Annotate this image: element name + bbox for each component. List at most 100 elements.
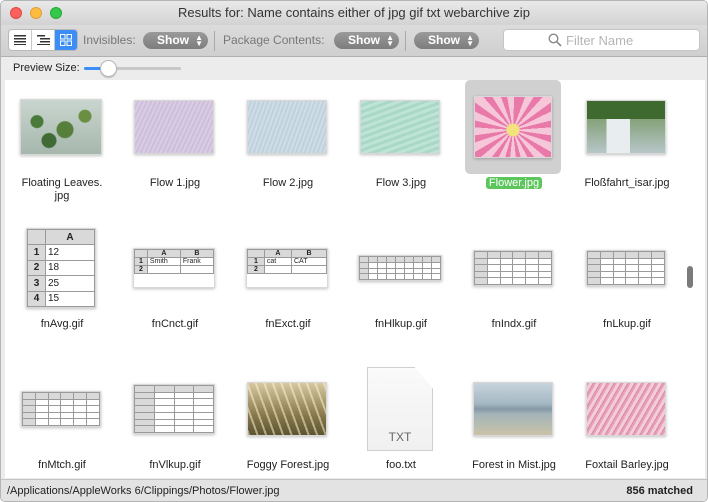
minimize-window-button[interactable] <box>30 7 42 19</box>
finder-window: Results for: Name contains either of jpg… <box>0 0 708 502</box>
file-name: Floating Leaves. jpg <box>21 177 103 202</box>
preview-size-row: Preview Size: <box>1 58 707 78</box>
invisibles-value: Show <box>157 33 189 47</box>
thumbnail-frame: TXT <box>352 362 448 456</box>
file-thumbnail: A B 1 cat CAT 2 <box>246 248 328 288</box>
file-item[interactable]: Flow 1.jpg <box>118 80 232 215</box>
file-name: foo.txt <box>386 459 416 471</box>
toolbar-divider <box>405 31 406 51</box>
invisibles-label: Invisibles: <box>83 33 136 47</box>
chevron-down-icon: ▼ <box>466 39 474 48</box>
status-bar: /Applications/AppleWorks 6/Clippings/Pho… <box>1 479 707 501</box>
file-item[interactable]: TXT foo.txt <box>344 362 458 478</box>
file-name: Flow 3.jpg <box>375 177 427 189</box>
thumbnail-frame <box>239 80 335 174</box>
file-thumbnail: TXT <box>367 367 433 451</box>
file-item[interactable]: A B 1 Smith Frank 2 fnCnct.gif <box>118 221 232 356</box>
thumbnail-frame <box>13 80 109 174</box>
file-thumbnail <box>133 384 215 434</box>
options-value: Show <box>428 33 460 47</box>
file-item[interactable]: fnMtch.gif <box>5 362 119 478</box>
toolbar-divider <box>214 31 215 51</box>
toolbar: Invisibles: Show ▲ ▼ Package Contents: S… <box>1 25 707 57</box>
file-thumbnail <box>20 99 102 155</box>
file-thumbnail: A 1 12 2 18 3 25 4 15 <box>26 228 96 308</box>
icon-view-icon <box>60 34 72 46</box>
thumbnail-frame <box>352 221 448 315</box>
file-name: Flow 1.jpg <box>149 177 201 189</box>
filter-name-input[interactable] <box>566 31 694 49</box>
file-name: fnVlkup.gif <box>149 459 201 471</box>
file-name: fnExct.gif <box>265 318 311 330</box>
filter-search-field[interactable] <box>503 29 700 51</box>
sheet-header: A <box>45 229 95 246</box>
file-name: fnLkup.gif <box>603 318 651 330</box>
results-grid: Floating Leaves. jpg Flow 1.jpg Flow 2.jpg… <box>5 80 705 478</box>
file-thumbnail <box>473 250 553 286</box>
thumbnail-frame <box>465 80 561 174</box>
preview-size-label: Preview Size: <box>13 62 80 74</box>
file-name: fnIndx.gif <box>491 318 537 330</box>
chevron-down-icon: ▼ <box>195 39 203 48</box>
file-item[interactable]: A B 1 cat CAT 2 fnExct.gif <box>231 221 345 356</box>
file-thumbnail <box>247 382 327 436</box>
icon-view-button[interactable] <box>55 30 77 50</box>
file-thumbnail <box>247 100 327 154</box>
file-thumbnail <box>21 391 101 427</box>
thumbnail-frame <box>352 80 448 174</box>
file-name: Flow 2.jpg <box>262 177 314 189</box>
slider-knob[interactable] <box>99 60 117 77</box>
file-item[interactable]: fnHlkup.gif <box>344 221 458 356</box>
file-item[interactable]: Flow 2.jpg <box>231 80 345 215</box>
file-thumbnail <box>586 250 666 286</box>
list-view-icon <box>14 35 26 45</box>
zoom-window-button[interactable] <box>50 7 62 19</box>
file-thumbnail <box>134 100 214 154</box>
file-item[interactable]: Forest in Mist.jpg <box>457 362 571 478</box>
file-item[interactable]: Floating Leaves. jpg <box>5 80 119 215</box>
match-count: 856 matched <box>626 485 693 497</box>
preview-size-slider[interactable] <box>84 60 181 77</box>
file-name: Forest in Mist.jpg <box>472 459 556 471</box>
file-item[interactable]: fnIndx.gif <box>457 221 571 356</box>
invisibles-popup[interactable]: Show ▲ ▼ <box>143 32 208 49</box>
file-thumbnail <box>586 100 666 154</box>
options-popup[interactable]: Show ▲ ▼ <box>414 32 479 49</box>
thumbnail-frame <box>465 221 561 315</box>
title-bar: Results for: Name contains either of jpg… <box>1 1 707 25</box>
file-thumbnail <box>474 96 552 158</box>
search-icon <box>548 33 562 47</box>
file-item[interactable]: Flow 3.jpg <box>344 80 458 215</box>
thumbnail-frame: A B 1 Smith Frank 2 <box>126 221 222 315</box>
file-item[interactable]: A 1 12 2 18 3 25 4 15 fnAvg.gif <box>5 221 119 356</box>
outline-view-button[interactable] <box>32 30 55 50</box>
package-contents-popup[interactable]: Show ▲ ▼ <box>334 32 399 49</box>
file-item[interactable]: Foxtail Barley.jpg <box>570 362 684 478</box>
file-name: fnCnct.gif <box>151 318 199 330</box>
thumbnail-frame: A 1 12 2 18 3 25 4 15 <box>13 221 109 315</box>
file-item[interactable]: fnVlkup.gif <box>118 362 232 478</box>
file-thumbnail <box>473 382 553 436</box>
thumbnail-frame <box>13 362 109 456</box>
file-name: fnMtch.gif <box>38 459 86 471</box>
package-contents-value: Show <box>348 33 380 47</box>
file-name: Flower.jpg <box>457 177 571 190</box>
thumbnail-frame <box>465 362 561 456</box>
file-name: Foggy Forest.jpg <box>246 459 330 471</box>
file-item[interactable]: Floßfahrt_isar.jpg <box>570 80 684 215</box>
close-window-button[interactable] <box>10 7 22 19</box>
file-item[interactable]: Flower.jpg <box>457 80 571 215</box>
thumbnail-frame <box>578 80 674 174</box>
thumbnail-frame <box>126 80 222 174</box>
file-item[interactable]: fnLkup.gif <box>570 221 684 356</box>
file-name: fnHlkup.gif <box>375 318 427 330</box>
thumbnail-frame <box>578 362 674 456</box>
file-thumbnail <box>360 100 440 154</box>
list-view-button[interactable] <box>9 30 32 50</box>
selected-path: /Applications/AppleWorks 6/Clippings/Pho… <box>7 485 280 497</box>
thumbnail-frame <box>578 221 674 315</box>
file-item[interactable]: Foggy Forest.jpg <box>231 362 345 478</box>
package-contents-label: Package Contents: <box>223 33 325 47</box>
window-title: Results for: Name contains either of jpg… <box>178 5 530 20</box>
vertical-scrollbar[interactable] <box>687 266 693 288</box>
